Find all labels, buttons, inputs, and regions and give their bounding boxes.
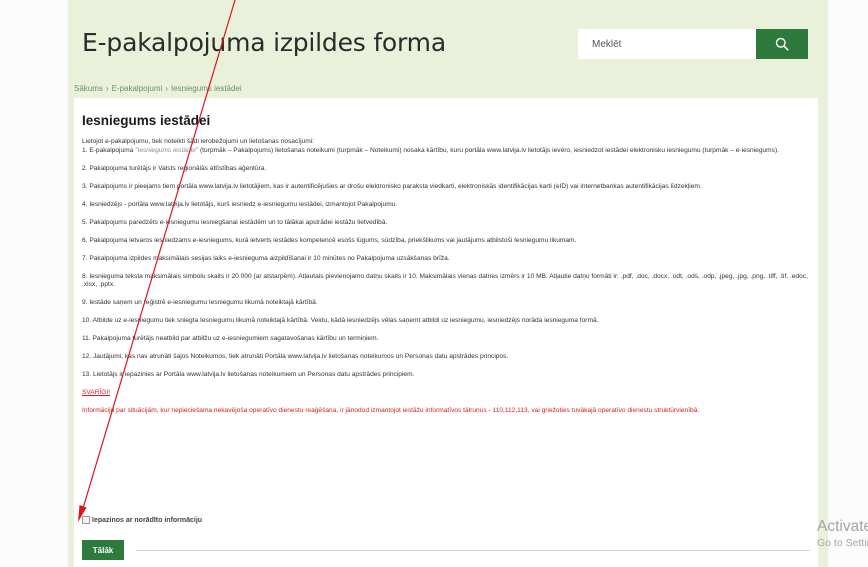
watermark-subtitle: Go to Settings to activate Windows. (817, 537, 868, 549)
agree-label[interactable]: Iepazinos ar norādīto informāciju (92, 517, 202, 524)
search-input[interactable] (578, 29, 756, 59)
term-10: 10. Atbilde uz e-iesniegumu tiek sniegta… (82, 317, 599, 324)
breadcrumb-e-services[interactable]: E-pakalpojumi (112, 84, 163, 93)
page-title: E-pakalpojuma izpildes forma (82, 28, 446, 57)
next-button[interactable]: Tālāk (82, 540, 124, 560)
breadcrumb-separator: › (165, 84, 168, 93)
term-6: 6. Pakalpojuma ietvaros iesniedzams e-ie… (82, 236, 577, 244)
terms-intro: Lietojot e-pakalpojumu, tiek noteikti šā… (82, 138, 315, 145)
form-heading: Iesniegums iestādei (82, 113, 211, 128)
terms-of-use: Lietojot e-pakalpojumu, tiek noteikti šā… (82, 138, 812, 425)
term-4: 4. Iesniedzējs - portāla www.latvija.lv … (82, 200, 398, 208)
term-1: 1. E-pakalpojuma "Iesniegums iestādei" (… (82, 147, 812, 156)
agree-row[interactable]: Iepazinos ar norādīto informāciju (82, 516, 202, 524)
term-3: 3. Pakalpojums ir pieejams tiem portāla … (82, 182, 702, 190)
term-1-end: (turpmāk – Pakalpojums) lietošanas notei… (198, 146, 779, 154)
search-button[interactable] (756, 29, 808, 59)
form-panel: Iesniegums iestādei Lietojot e-pakalpoju… (74, 98, 818, 567)
important-label: SVARĪGI! (82, 389, 111, 396)
breadcrumb-home[interactable]: Sākums (74, 84, 103, 93)
service-name: "Iesniegums iestādei" (135, 146, 199, 154)
term-13: 13. Lietotājs ir iepazinies ar Portāla w… (82, 371, 415, 378)
page-container: E-pakalpojuma izpildes forma Sākums›E-pa… (68, 0, 828, 567)
term-9: 9. Iestāde saņem un reģistrē e-iesniegum… (82, 299, 318, 306)
important-notice: Informāciju par situācijām, kur nepiecie… (82, 406, 700, 414)
search-icon (775, 37, 789, 51)
term-2: 2. Pakalpojuma turētājs ir Valsts reģion… (82, 164, 267, 172)
term-8: 8. Iesnieguma teksta maksimālais simbolu… (82, 272, 808, 289)
term-5: 5. Pakalpojums paredzēts e-iesniegumu ie… (82, 218, 388, 226)
term-12: 12. Jautājumi, kas nav atrunāti šajos No… (82, 353, 509, 360)
watermark-title: Activate Windows (817, 518, 868, 535)
term-11: 11. Pakalpojuma turētājs neatbild par at… (82, 335, 379, 342)
breadcrumb-separator: › (105, 84, 109, 93)
breadcrumb: Sākums › E-pakalpojumi › Iesniegums iestādei (74, 84, 242, 93)
breadcrumb-current: Iesniegums iestādei (170, 84, 242, 93)
divider (136, 550, 810, 551)
term-1-start: 1. E-pakalpojuma (82, 146, 136, 154)
activate-windows-watermark: Activate Windows Go to Settings to activ… (817, 517, 868, 550)
term-7: 7. Pakalpojuma izpildes maksimālais sesi… (82, 254, 450, 262)
agree-checkbox[interactable] (82, 516, 90, 524)
